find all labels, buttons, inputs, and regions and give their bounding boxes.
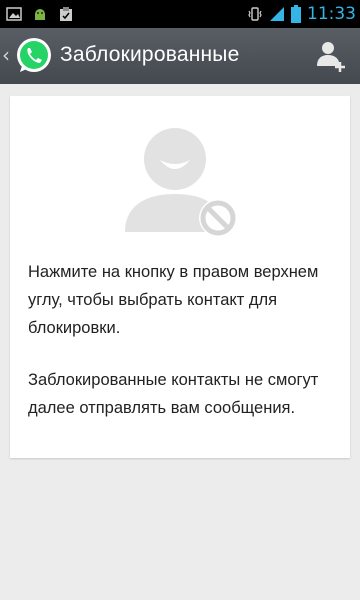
vibrate-icon xyxy=(248,7,262,21)
battery-icon xyxy=(291,5,301,23)
image-icon xyxy=(6,7,22,21)
blocked-contact-icon xyxy=(125,128,237,237)
add-contact-icon[interactable] xyxy=(310,36,350,76)
clipboard-icon xyxy=(60,7,72,21)
status-bar: 11:33 xyxy=(0,0,360,28)
instruction-text: Нажмите на кнопку в правом верхнем углу,… xyxy=(28,263,319,337)
system-icons: 11:33 xyxy=(247,4,356,24)
android-icon xyxy=(35,9,45,20)
signal-icon xyxy=(270,7,284,21)
blocked-list-empty-card: Нажмите на кнопку в правом верхнем углу,… xyxy=(10,96,350,458)
explanation-text: Заблокированные контакты не смогут далее… xyxy=(28,371,319,417)
page-title: Заблокированные xyxy=(60,43,240,66)
whatsapp-logo[interactable] xyxy=(14,36,54,76)
notification-icons xyxy=(6,6,74,22)
action-bar: ‹ Заблокированные xyxy=(0,28,360,84)
chevron-left-icon[interactable]: ‹ xyxy=(2,43,10,67)
clock: 11:33 xyxy=(307,4,356,24)
